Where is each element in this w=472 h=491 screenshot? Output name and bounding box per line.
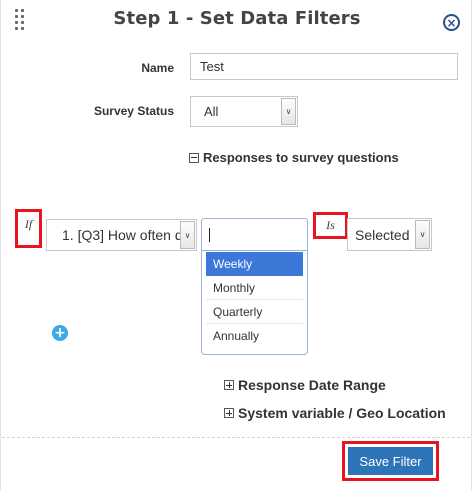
responses-section-label: Responses to survey questions	[203, 150, 399, 165]
chevron-down-icon[interactable]: ∨	[281, 98, 296, 125]
answer-search-input[interactable]	[201, 218, 308, 251]
answer-option-annually[interactable]: Annually	[206, 324, 303, 348]
if-label: If	[24, 217, 33, 231]
answer-option-monthly[interactable]: Monthly	[206, 276, 303, 300]
dialog-title: Step 1 - Set Data Filters	[113, 8, 361, 29]
date-range-section-toggle[interactable]: Response Date Range	[224, 377, 386, 393]
chevron-down-icon[interactable]: ∨	[415, 220, 430, 249]
answer-option-quarterly[interactable]: Quarterly	[206, 300, 303, 324]
collapse-icon	[189, 152, 199, 163]
survey-status-value: All	[204, 104, 219, 119]
add-condition-icon[interactable]: +	[52, 325, 68, 341]
condition-value: Selected	[355, 226, 410, 243]
expand-icon	[224, 408, 234, 418]
expand-icon	[224, 380, 234, 390]
name-input[interactable]	[190, 53, 458, 80]
answer-options-dropdown: Weekly Monthly Quarterly Annually	[201, 251, 308, 355]
filter-dialog: Step 1 - Set Data Filters × Name Survey …	[0, 0, 472, 491]
geo-location-section-toggle[interactable]: System variable / Geo Location	[224, 405, 446, 421]
chevron-down-icon[interactable]: ∨	[180, 221, 195, 249]
condition-select[interactable]: Selected ∨	[347, 218, 432, 251]
responses-section-toggle[interactable]: Responses to survey questions	[189, 150, 399, 165]
geo-location-section-label: System variable / Geo Location	[238, 405, 446, 421]
is-label: Is	[326, 218, 335, 232]
save-filter-highlight: Save Filter	[342, 441, 439, 481]
footer-divider	[2, 437, 470, 438]
close-icon[interactable]: ×	[443, 14, 460, 31]
date-range-section-label: Response Date Range	[238, 377, 386, 393]
question-value: 1. [Q3] How often do	[62, 227, 191, 243]
text-caret	[209, 228, 210, 242]
save-filter-button[interactable]: Save Filter	[348, 447, 433, 475]
survey-status-label: Survey Status	[93, 104, 174, 118]
answer-option-weekly[interactable]: Weekly	[206, 252, 303, 276]
if-keyword: If	[15, 209, 42, 248]
question-select[interactable]: 1. [Q3] How often do ∨	[46, 219, 197, 251]
is-keyword: Is	[313, 212, 348, 239]
survey-status-select[interactable]: All ∨	[190, 96, 298, 127]
name-label: Name	[141, 61, 174, 75]
